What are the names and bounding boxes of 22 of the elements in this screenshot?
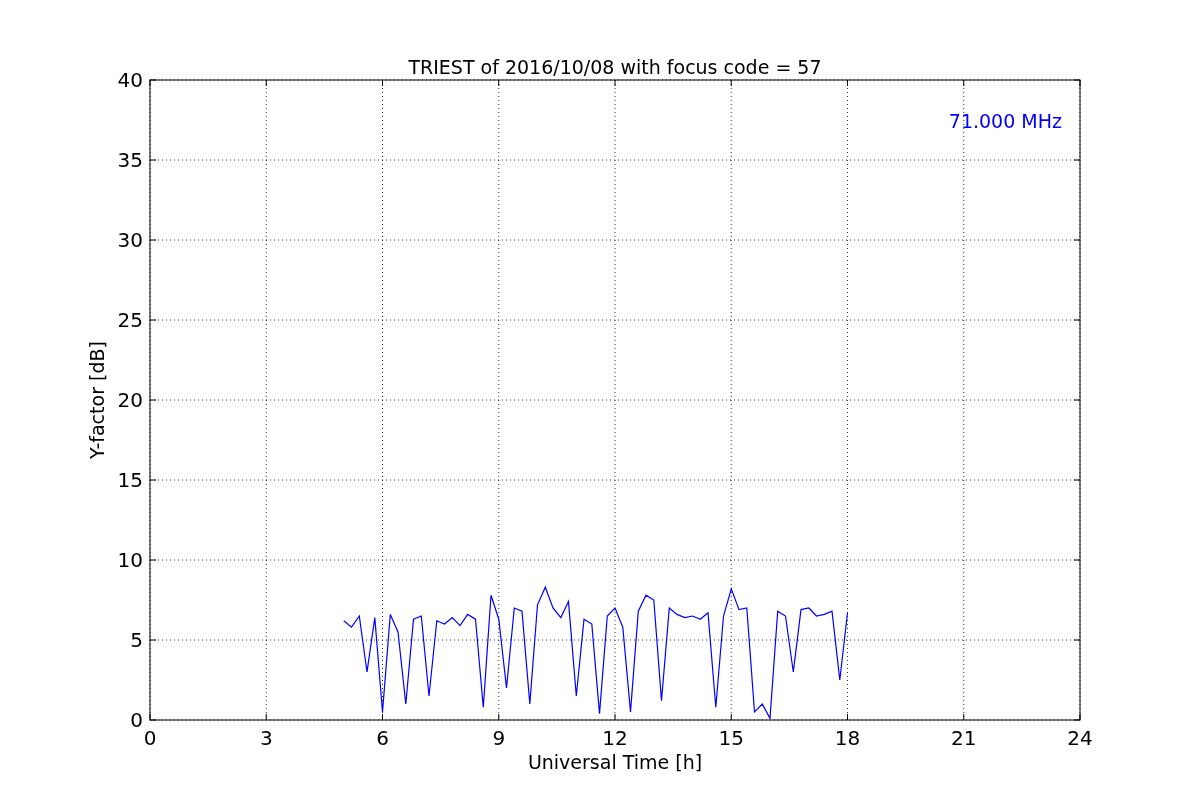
tick-label: 15 xyxy=(117,468,143,492)
series-label: 71.000 MHz xyxy=(948,110,1062,132)
tick-label: 0 xyxy=(143,726,157,750)
tick-label: 12 xyxy=(602,726,628,750)
tick-label: 35 xyxy=(117,148,143,172)
y-axis-label: Y-factor [dB] xyxy=(86,341,108,459)
tick-label: 3 xyxy=(259,726,273,750)
tick-label: 6 xyxy=(376,726,389,750)
tick-label: 9 xyxy=(492,726,506,750)
tick-label: 25 xyxy=(117,308,143,332)
tick-label: 20 xyxy=(117,388,143,412)
tick-label: 5 xyxy=(130,628,143,652)
tick-label: 18 xyxy=(834,726,861,750)
chart-title: TRIEST of 2016/10/08 with focus code = 57 xyxy=(408,56,822,78)
tick-label: 30 xyxy=(117,228,143,252)
tick-label: 24 xyxy=(1067,726,1093,750)
tick-label: 21 xyxy=(951,726,977,750)
tick-label: 40 xyxy=(117,68,143,92)
x-axis-label: Universal Time [h] xyxy=(527,751,703,773)
tick-label: 15 xyxy=(718,726,744,750)
tick-label: 10 xyxy=(117,548,143,572)
tick-label: 0 xyxy=(130,708,143,732)
